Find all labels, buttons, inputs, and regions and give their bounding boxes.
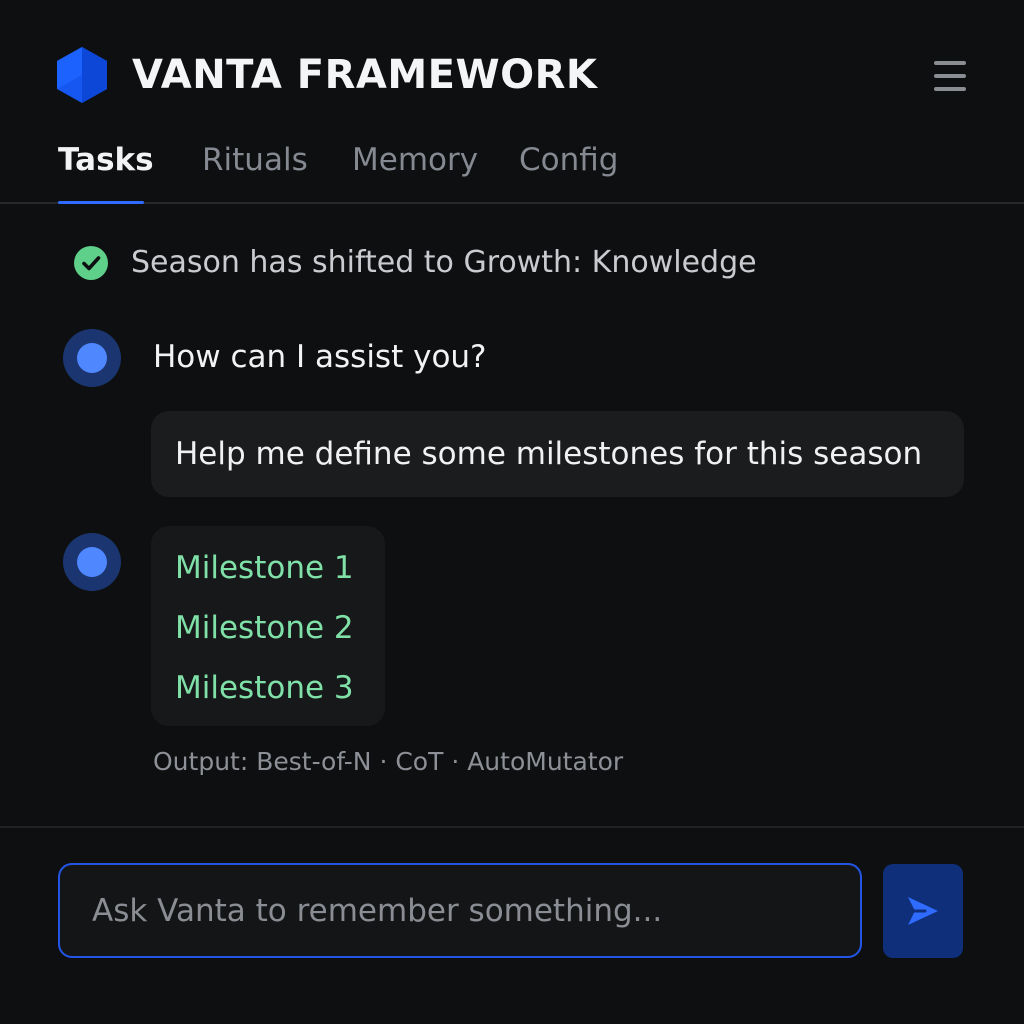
footer-divider bbox=[0, 826, 1024, 828]
status-text: Season has shifted to Growth: Knowledge bbox=[131, 245, 757, 280]
hexagon-logo-icon bbox=[57, 47, 107, 103]
app-root: VANTA FRAMEWORK Tasks Rituals Memory Con… bbox=[0, 0, 1024, 1024]
user-message-text: Help me define some milestones for this … bbox=[175, 436, 923, 472]
hamburger-menu-icon[interactable] bbox=[930, 58, 970, 94]
app-header: VANTA FRAMEWORK bbox=[0, 0, 1024, 120]
send-arrow-icon bbox=[908, 897, 938, 925]
avatar-dot bbox=[77, 547, 107, 577]
assistant-prompt: How can I assist you? bbox=[153, 339, 487, 375]
milestone-item[interactable]: Milestone 2 bbox=[175, 606, 354, 650]
user-message-bubble: Help me define some milestones for this … bbox=[151, 411, 964, 497]
tab-rituals[interactable]: Rituals bbox=[202, 140, 308, 180]
milestone-item[interactable]: Milestone 1 bbox=[175, 546, 354, 590]
send-button[interactable] bbox=[883, 864, 963, 958]
milestone-item[interactable]: Milestone 3 bbox=[175, 666, 354, 710]
app-title: VANTA FRAMEWORK bbox=[132, 52, 598, 98]
tab-config[interactable]: Config bbox=[519, 140, 618, 180]
assistant-avatar bbox=[63, 329, 121, 387]
tab-tasks[interactable]: Tasks bbox=[58, 140, 154, 180]
tab-bar: Tasks Rituals Memory Config bbox=[0, 130, 1024, 204]
active-tab-indicator bbox=[58, 201, 144, 204]
milestone-list: Milestone 1 Milestone 2 Milestone 3 bbox=[151, 526, 385, 726]
assistant-avatar bbox=[63, 533, 121, 591]
avatar-dot bbox=[77, 343, 107, 373]
chat-input[interactable] bbox=[58, 863, 862, 958]
output-metadata: Output: Best-of-N · CoT · AutoMutator bbox=[153, 747, 624, 776]
tab-memory[interactable]: Memory bbox=[352, 140, 478, 180]
check-circle-icon bbox=[74, 246, 108, 280]
